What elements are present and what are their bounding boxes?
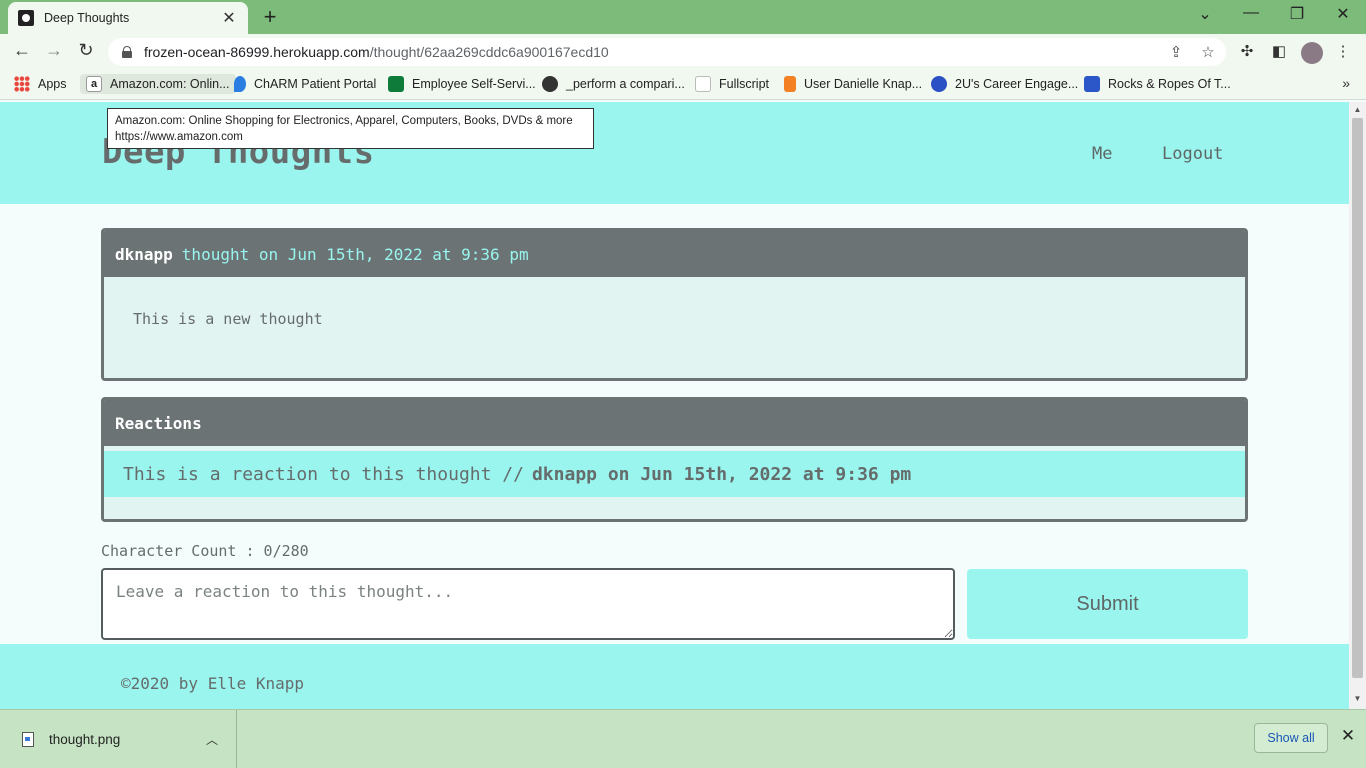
tab-close-icon[interactable]: ✕	[220, 8, 238, 28]
thought-text: This is a new thought	[104, 277, 1245, 378]
thought-meta: thought on Jun 15th, 2022 at 9:36 pm	[181, 244, 529, 264]
thought-header: dknapp thought on Jun 15th, 2022 at 9:36…	[104, 231, 1245, 277]
profile-avatar[interactable]	[1301, 42, 1323, 64]
employee-portal-icon	[388, 76, 404, 92]
reaction-input[interactable]	[101, 568, 955, 640]
globe-icon	[542, 76, 558, 92]
show-all-button[interactable]: Show all	[1254, 723, 1328, 753]
extensions-puzzle-icon[interactable]: ✣	[1237, 42, 1257, 60]
bookmark-label: Amazon.com: Onlin...	[110, 77, 230, 91]
menu-kebab-icon[interactable]: ⋮	[1333, 42, 1353, 60]
share-icon[interactable]: ⇪	[1166, 43, 1186, 61]
page-scrollbar[interactable]: ▲ ▼	[1349, 102, 1366, 709]
reaction-text: This is a reaction to this thought //	[123, 463, 524, 485]
bookmark-star-icon[interactable]: ☆	[1198, 43, 1218, 61]
tab-strip: Deep Thoughts ✕ + ⌄ — ❐ ✕	[0, 0, 1366, 34]
pinterest-p-icon	[1084, 76, 1100, 92]
bookmark-stackoverflow-user[interactable]: User Danielle Knap...	[784, 76, 922, 92]
bookmark-label: 2U's Career Engage...	[955, 77, 1079, 91]
browser-toolbar: ← → ↻ frozen-ocean-86999.herokuapp.com/t…	[0, 34, 1366, 70]
amazon-icon: a	[86, 76, 102, 92]
window-close-icon[interactable]: ✕	[1331, 4, 1355, 24]
bookmark-tooltip: Amazon.com: Online Shopping for Electron…	[107, 108, 594, 149]
address-bar[interactable]: frozen-ocean-86999.herokuapp.com/thought…	[108, 38, 1226, 66]
thought-username[interactable]: dknapp	[115, 245, 173, 264]
download-item[interactable]: thought.png ︿	[0, 710, 237, 768]
bookmark-fullscript[interactable]: Fullscript	[695, 76, 769, 92]
reactions-card: Reactions This is a reaction to this tho…	[101, 397, 1248, 522]
chevron-up-icon[interactable]: ︿	[206, 731, 218, 748]
bookmark-rocks-ropes[interactable]: Rocks & Ropes Of T...	[1084, 76, 1231, 92]
bookmark-label: Employee Self-Servi...	[412, 77, 536, 91]
download-shelf: thought.png ︿ Show all ✕	[0, 709, 1366, 768]
stackoverflow-icon	[784, 76, 796, 92]
bookmark-label: Fullscript	[719, 77, 770, 91]
bookmark-amazon[interactable]: a Amazon.com: Onlin...	[80, 74, 236, 94]
thought-card: dknapp thought on Jun 15th, 2022 at 9:36…	[101, 228, 1248, 381]
bookmark-perform-comparison[interactable]: _perform a compari...	[542, 76, 685, 92]
lock-icon[interactable]	[122, 46, 132, 58]
reaction-item: This is a reaction to this thought // dk…	[104, 451, 1245, 497]
shelf-close-icon[interactable]: ✕	[1338, 726, 1358, 746]
site-favicon-icon	[18, 10, 34, 26]
scroll-down-icon[interactable]: ▼	[1349, 694, 1366, 703]
minimize-icon[interactable]: —	[1239, 4, 1263, 22]
bookmark-2u-career[interactable]: 2U's Career Engage...	[931, 76, 1078, 92]
reactions-title: Reactions	[115, 413, 202, 433]
download-filename: thought.png	[49, 731, 121, 747]
fullscript-icon	[695, 76, 711, 92]
reaction-author[interactable]: dknapp on Jun 15th, 2022 at 9:36 pm	[532, 464, 911, 485]
bookmark-apps[interactable]: Apps	[14, 76, 67, 92]
url-path: /thought/62aa269cddc6a900167ecd10	[369, 44, 609, 60]
bookmarks-overflow-icon[interactable]: »	[1342, 75, 1350, 91]
new-tab-icon[interactable]: +	[258, 4, 282, 30]
scrollbar-thumb[interactable]	[1352, 118, 1363, 678]
tooltip-title: Amazon.com: Online Shopping for Electron…	[115, 115, 573, 127]
page-viewport: Deep Thoughts Me Logout Amazon.com: Onli…	[0, 102, 1349, 709]
reactions-list: This is a reaction to this thought // dk…	[104, 446, 1245, 519]
footer-copyright: ©2020 by Elle Knapp	[121, 674, 305, 693]
forward-icon[interactable]: →	[42, 40, 66, 61]
file-image-icon	[22, 731, 34, 747]
tab-search-chevron-icon[interactable]: ⌄	[1193, 4, 1217, 24]
side-panel-icon[interactable]: ◧	[1269, 42, 1289, 60]
url-host: frozen-ocean-86999.herokuapp.com	[144, 44, 370, 60]
back-icon[interactable]: ←	[10, 40, 34, 61]
2u-icon	[931, 76, 947, 92]
apps-grid-icon	[14, 76, 30, 92]
bookmark-label: Rocks & Ropes Of T...	[1108, 77, 1231, 91]
bookmark-label: _perform a compari...	[566, 77, 685, 91]
restore-icon[interactable]: ❐	[1285, 4, 1309, 24]
bookmark-charm[interactable]: ChARM Patient Portal	[234, 76, 376, 92]
charm-icon	[234, 76, 246, 92]
character-count: Character Count : 0/280	[101, 542, 309, 560]
reactions-header: Reactions	[104, 400, 1245, 446]
scroll-up-icon[interactable]: ▲	[1349, 105, 1366, 114]
bookmark-label: ChARM Patient Portal	[254, 77, 377, 91]
bookmark-label: Apps	[38, 77, 67, 91]
bookmark-label: User Danielle Knap...	[804, 77, 923, 91]
tab-title: Deep Thoughts	[44, 11, 130, 25]
submit-button[interactable]: Submit	[967, 569, 1248, 639]
nav-logout-link[interactable]: Logout	[1162, 144, 1223, 164]
reload-icon[interactable]: ↻	[74, 40, 98, 61]
site-footer: ©2020 by Elle Knapp	[0, 644, 1349, 709]
browser-tab[interactable]: Deep Thoughts ✕	[8, 2, 248, 34]
nav-me-link[interactable]: Me	[1092, 144, 1112, 164]
tooltip-url: https://www.amazon.com	[115, 131, 243, 143]
bookmarks-bar: Apps a Amazon.com: Onlin... ChARM Patien…	[0, 70, 1366, 100]
bookmark-employee-self-service[interactable]: Employee Self-Servi...	[388, 76, 536, 92]
